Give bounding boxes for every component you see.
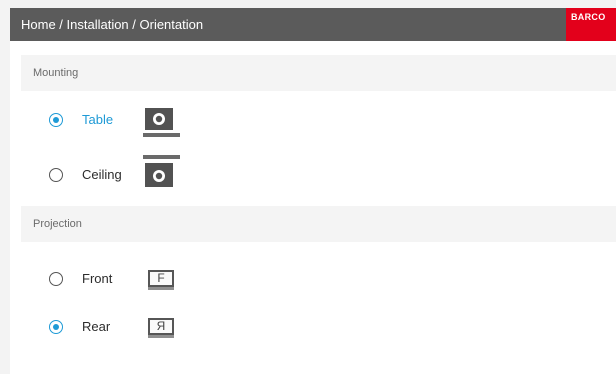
logo-text: BARCO	[571, 12, 606, 22]
option-label-table[interactable]: Table	[82, 112, 113, 127]
header-bar: Home / Installation / Orientation BARCO	[10, 8, 616, 41]
rear-projection-icon: Я	[148, 318, 174, 338]
radio-table[interactable]	[49, 113, 63, 127]
table-mount-icon	[143, 108, 180, 137]
radio-rear[interactable]	[49, 320, 63, 334]
projection-section-header: Projection	[21, 206, 616, 242]
projection-section-title: Projection	[33, 218, 82, 230]
orientation-window: Home / Installation / Orientation BARCO …	[10, 8, 616, 374]
mounting-section-header: Mounting	[21, 55, 616, 91]
mounting-section-title: Mounting	[33, 67, 79, 79]
ceiling-mount-icon	[143, 155, 180, 187]
option-label-ceiling[interactable]: Ceiling	[82, 167, 122, 182]
front-projection-icon: F	[148, 270, 174, 290]
radio-front[interactable]	[49, 272, 63, 286]
radio-ceiling[interactable]	[49, 168, 63, 182]
option-label-front[interactable]: Front	[82, 271, 112, 286]
barco-logo: BARCO	[566, 8, 616, 41]
breadcrumb[interactable]: Home / Installation / Orientation	[21, 17, 203, 32]
option-label-rear[interactable]: Rear	[82, 319, 110, 334]
